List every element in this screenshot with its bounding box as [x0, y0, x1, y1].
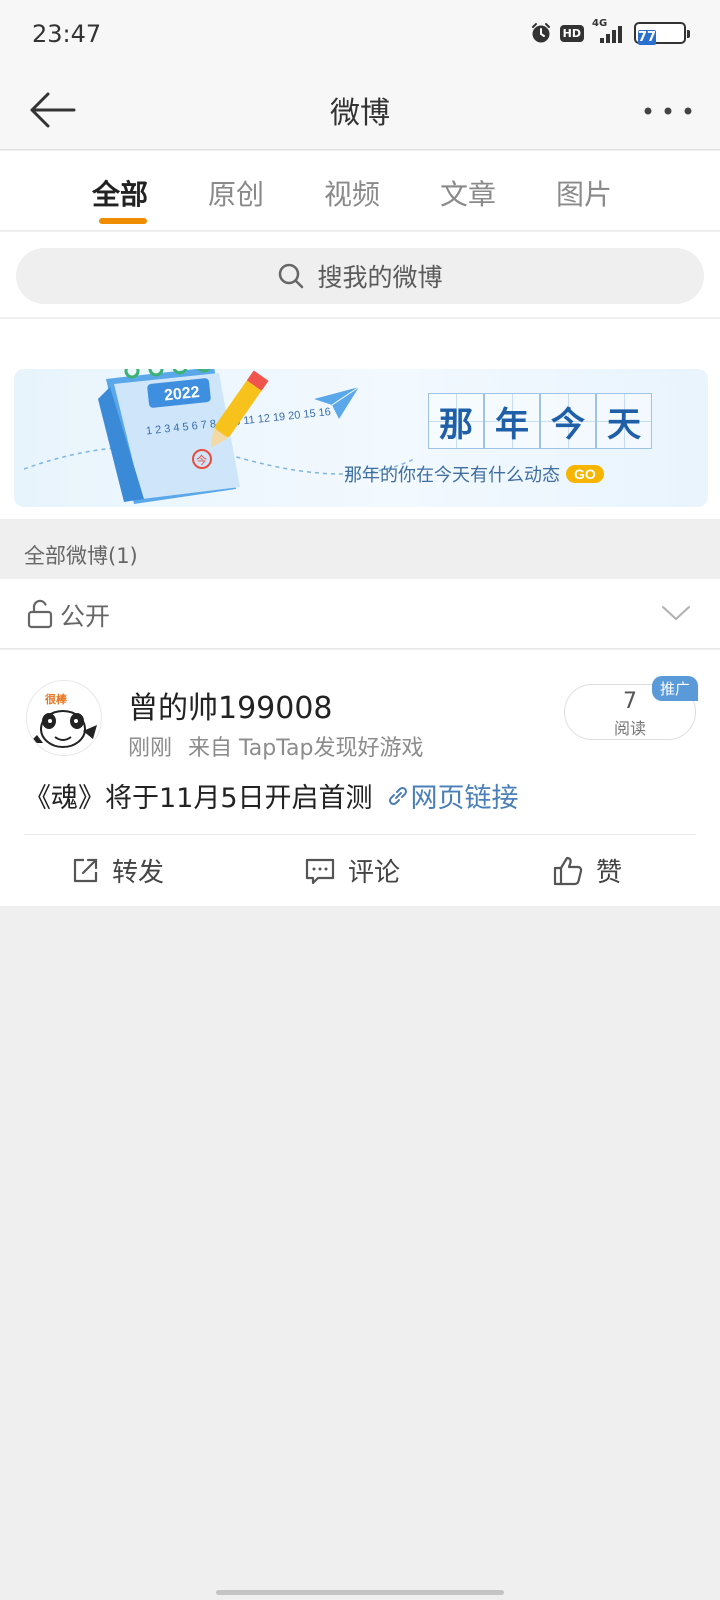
post-time: 刚刚 — [128, 736, 173, 761]
tab-all[interactable]: 全部 — [92, 173, 148, 213]
web-link[interactable]: 网页链接 — [385, 776, 519, 815]
signal-icon: 4G — [592, 18, 626, 44]
top-nav-bar: 微博 — [0, 70, 720, 150]
comment-label: 评论 — [348, 858, 401, 888]
avatar-caption: 很棒 — [44, 692, 68, 706]
post-body: 《魂》将于11月5日开启首测 网页链接 — [24, 776, 519, 815]
go-button[interactable]: GO — [566, 465, 604, 483]
post-source[interactable]: 来自 TapTap发现好游戏 — [188, 730, 423, 762]
banner-section: 2022 1 2 3 4 5 6 7 8 9 10 11 12 19 20 15… — [0, 319, 720, 519]
page-title: 微博 — [330, 96, 390, 131]
network-type: 4G — [592, 18, 608, 29]
like-button[interactable]: 赞 — [552, 852, 622, 889]
repost-button[interactable]: 转发 — [70, 852, 164, 889]
search-placeholder: 搜我的微博 — [317, 263, 443, 292]
banner-title-char: 那 — [428, 393, 484, 449]
comment-button[interactable]: 评论 — [304, 852, 400, 889]
status-time: 23:47 — [32, 20, 102, 48]
battery-icon: 77 — [634, 22, 690, 45]
tab-video[interactable]: 视频 — [324, 173, 380, 213]
web-link-label: 网页链接 — [410, 783, 519, 814]
tab-article[interactable]: 文章 — [440, 173, 496, 213]
banner-subtitle: 那年的你在今天有什么动态 — [344, 465, 560, 486]
memories-banner[interactable]: 2022 1 2 3 4 5 6 7 8 9 10 11 12 19 20 15… — [14, 369, 708, 507]
avatar[interactable]: 很棒 — [26, 680, 102, 756]
banner-title-char: 今 — [540, 393, 596, 449]
status-icons: HD 4G 77 — [530, 18, 690, 45]
battery-level: 77 — [638, 30, 657, 45]
banner-title-char: 天 — [596, 393, 652, 449]
hd-label: HD — [559, 24, 584, 42]
banner-title-char: 年 — [484, 393, 540, 449]
visibility-filter[interactable]: 公开 — [0, 579, 720, 649]
post-meta: 刚刚 来自 TapTap发现好游戏 — [128, 730, 424, 762]
link-icon — [388, 786, 407, 805]
tab-original[interactable]: 原创 — [208, 173, 264, 213]
tab-bar: 全部 原创 视频 文章 图片 — [0, 151, 720, 231]
comment-icon — [305, 858, 335, 884]
like-label: 赞 — [596, 858, 623, 888]
search-icon — [279, 263, 304, 289]
status-bar: 23:47 HD 4G 77 — [0, 0, 720, 70]
read-label: 阅读 — [613, 719, 646, 738]
unlock-icon — [26, 599, 54, 633]
hd-icon: HD — [559, 24, 584, 42]
post-username[interactable]: 曾的帅199008 — [128, 683, 333, 727]
search-section: 搜我的微博 — [0, 232, 720, 318]
chevron-down-icon — [660, 603, 692, 627]
calendar-today: 今 — [196, 453, 207, 467]
more-button[interactable] — [642, 96, 694, 126]
post-card[interactable]: 很棒 曾的帅199008 刚刚 来自 TapTap发现好游戏 7 阅读 推广 《… — [0, 650, 720, 906]
filter-label: 公开 — [60, 602, 111, 631]
banner-title: 那 年 今 天 — [428, 393, 652, 449]
banner-subtitle-row: 那年的你在今天有什么动态 GO — [344, 461, 604, 487]
active-tab-indicator — [99, 218, 147, 224]
search-input[interactable]: 搜我的微博 — [16, 248, 704, 304]
section-label: 全部微博(1) — [24, 544, 138, 568]
like-icon — [553, 856, 583, 885]
more-dots-icon — [644, 107, 692, 115]
tab-image[interactable]: 图片 — [556, 173, 612, 213]
alarm-icon — [530, 22, 552, 44]
repost-label: 转发 — [112, 858, 165, 888]
post-divider — [24, 834, 696, 835]
post-text: 《魂》将于11月5日开启首测 — [24, 783, 373, 814]
share-icon — [73, 858, 98, 882]
home-indicator[interactable] — [216, 1590, 504, 1595]
promote-tag[interactable]: 推广 — [652, 676, 699, 701]
